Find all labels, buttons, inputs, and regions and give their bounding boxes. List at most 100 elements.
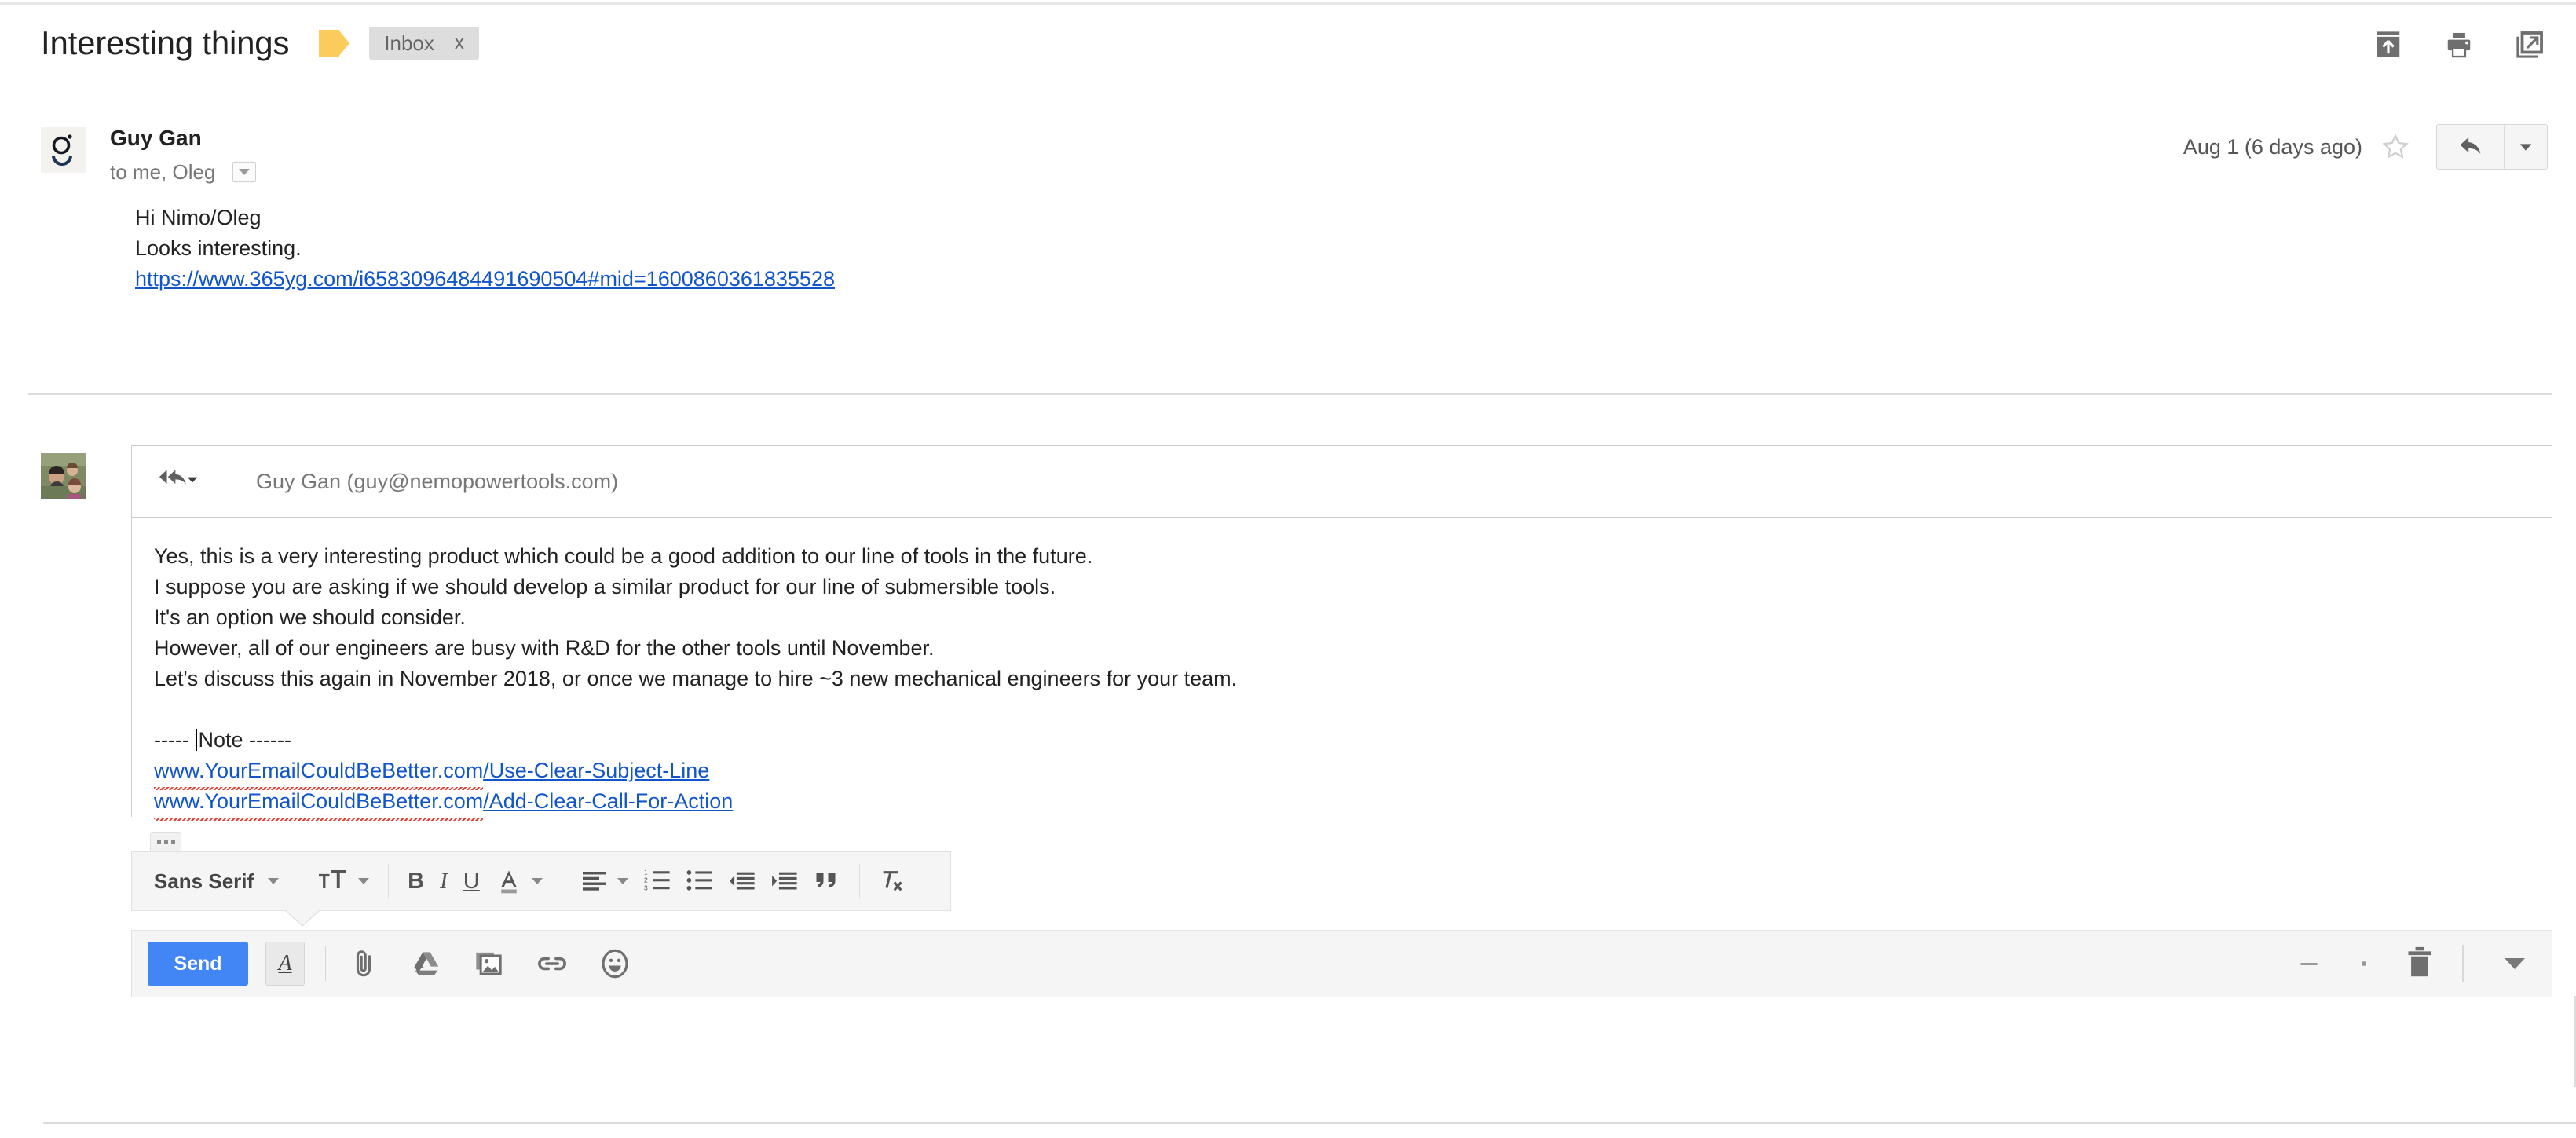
note-word: Note ------ [198, 728, 291, 752]
message-body-link[interactable]: https://www.365yg.com/i65830964844916905… [135, 267, 835, 291]
italic-button[interactable]: I [432, 859, 456, 903]
header-action-group [2373, 30, 2545, 60]
star-icon[interactable] [2381, 133, 2410, 161]
message-more-options-icon[interactable] [2505, 125, 2547, 169]
print-icon[interactable] [2444, 30, 2474, 60]
compose-container: Guy Gan (guy@nemopowertools.com) Yes, th… [131, 445, 2552, 997]
inbox-chip-label: Inbox [384, 31, 434, 55]
formatting-toolbar: Sans Serif B I U 1 2 3 [131, 851, 951, 911]
label-dot-icon[interactable] [2362, 961, 2366, 966]
subject-header-bar: Interesting things Inbox x [0, 16, 2576, 71]
font-family-selector[interactable]: Sans Serif [146, 859, 287, 903]
compose-body-line: It's an option we should consider. [154, 606, 466, 629]
inbox-label-chip[interactable]: Inbox x [369, 27, 479, 60]
chevron-down-icon [358, 878, 370, 884]
more-options-caret-icon[interactable] [2505, 958, 2525, 969]
avatar[interactable] [41, 127, 86, 173]
bold-button[interactable]: B [400, 859, 432, 903]
recipient-list: to me, Oleg [110, 160, 216, 184]
message-body-line: Hi Nimo/Oleg [135, 206, 262, 229]
compose-action-bar-right [2300, 945, 2552, 983]
compose-body-line: I suppose you are asking if we should de… [154, 575, 1056, 598]
compose-body-link[interactable]: www.YourEmailCouldBeBetter.com/Use-Clear… [154, 759, 710, 790]
indent-less-button[interactable] [721, 859, 763, 903]
dot-glyph [156, 840, 161, 844]
action-bar-separator [2462, 945, 2464, 982]
label-tag-point [338, 30, 350, 57]
move-to-inbox-icon[interactable] [2373, 30, 2403, 60]
thread-divider [28, 393, 2552, 395]
chevron-down-icon [268, 878, 280, 884]
trash-icon[interactable] [2404, 945, 2435, 983]
svg-text:1: 1 [644, 869, 648, 876]
message-body-line: Looks interesting. [135, 236, 302, 260]
link-one-path: /Use-Clear-Subject-Line [483, 759, 710, 782]
compose-note-line: ----- Note ------ [154, 725, 2552, 756]
compose-recipient-bar[interactable]: Guy Gan (guy@nemopowertools.com) [131, 445, 2552, 518]
compose-body-line: However, all of our engineers are busy w… [154, 636, 935, 660]
reply-button-group [2436, 124, 2548, 170]
reply-button[interactable] [2437, 125, 2505, 169]
compose-link-line: www.YourEmailCouldBeBetter.com/Add-Clear… [154, 786, 2552, 821]
action-bar-separator [325, 946, 326, 981]
reply-all-icon[interactable] [156, 468, 203, 495]
message-header: Guy Gan to me, Oleg Aug 1 (6 days ago) [0, 119, 2576, 185]
sender-name[interactable]: Guy Gan [110, 123, 256, 154]
attach-file-icon[interactable] [346, 946, 381, 981]
chevron-down-glyph [239, 169, 251, 175]
svg-text:2: 2 [644, 876, 648, 884]
bottom-divider [43, 1122, 2576, 1124]
spellcheck-underlined-text: www.YourEmailCouldBeBetter.com [154, 756, 484, 790]
compose-message-body[interactable]: Yes, this is a very interesting product … [131, 518, 2552, 821]
insert-photo-icon[interactable] [472, 946, 507, 981]
chevron-down-icon [617, 878, 628, 884]
page-title: Interesting things [41, 24, 290, 61]
underline-button[interactable]: U [456, 859, 488, 903]
remove-formatting-button[interactable] [871, 859, 913, 903]
bulleted-list-button[interactable] [679, 859, 721, 903]
chevron-down-icon [531, 878, 543, 884]
quote-button[interactable] [806, 859, 848, 903]
compose-body-line: Yes, this is a very interesting product … [154, 544, 1093, 568]
compose-body-blank-line [154, 694, 2552, 725]
formatting-options-toggle[interactable]: A [265, 942, 305, 986]
recipient-row: to me, Oleg [110, 159, 257, 185]
insert-emoji-icon[interactable] [598, 946, 632, 981]
open-in-new-window-icon[interactable] [2515, 30, 2545, 60]
note-prefix: ----- [154, 728, 196, 752]
compose-user-avatar [41, 453, 86, 499]
minimize-icon[interactable] [2300, 962, 2318, 965]
toolbar-pointer [285, 909, 320, 925]
link-two-path: /Add-Clear-Call-For-Action [483, 789, 734, 813]
dot-glyph [163, 840, 168, 844]
insert-link-icon[interactable] [535, 946, 569, 981]
toolbar-separator [388, 864, 390, 898]
indent-more-button[interactable] [763, 859, 806, 903]
font-family-label: Sans Serif [154, 869, 254, 893]
font-size-icon[interactable] [309, 859, 377, 903]
send-button[interactable]: Send [148, 942, 248, 986]
align-button[interactable] [573, 859, 636, 903]
compose-action-bar: Send A [131, 930, 2552, 997]
svg-text:3: 3 [644, 884, 648, 891]
label-tag-icon[interactable] [319, 30, 350, 57]
message-meta: Aug 1 (6 days ago) [2183, 124, 2548, 170]
compose-body-link[interactable]: www.YourEmailCouldBeBetter.com/Add-Clear… [154, 789, 734, 821]
remove-label-icon[interactable]: x [455, 32, 464, 54]
compose-to-field[interactable]: Guy Gan (guy@nemopowertools.com) [256, 470, 618, 494]
compose-body-line: Let's discuss this again in November 201… [154, 667, 1238, 690]
dot-glyph [170, 840, 175, 844]
show-details-chevron-down-icon[interactable] [232, 162, 257, 182]
message-item: Guy Gan to me, Oleg Aug 1 (6 days ago) H… [0, 119, 2576, 295]
message-identity: Guy Gan to me, Oleg [110, 119, 257, 185]
label-tag-body [319, 30, 340, 57]
toolbar-more-options-icon[interactable] [150, 832, 181, 851]
google-drive-icon[interactable] [409, 946, 444, 981]
toolbar-separator [858, 864, 860, 898]
spellcheck-underlined-text: www.YourEmailCouldBeBetter.com [154, 786, 484, 821]
top-divider [0, 2, 2576, 5]
text-color-button[interactable] [488, 859, 551, 903]
numbered-list-button[interactable]: 1 2 3 [636, 859, 679, 903]
compose-link-line: www.YourEmailCouldBeBetter.com/Use-Clear… [154, 756, 2552, 790]
message-body: Hi Nimo/Oleg Looks interesting. https://… [135, 203, 2576, 295]
